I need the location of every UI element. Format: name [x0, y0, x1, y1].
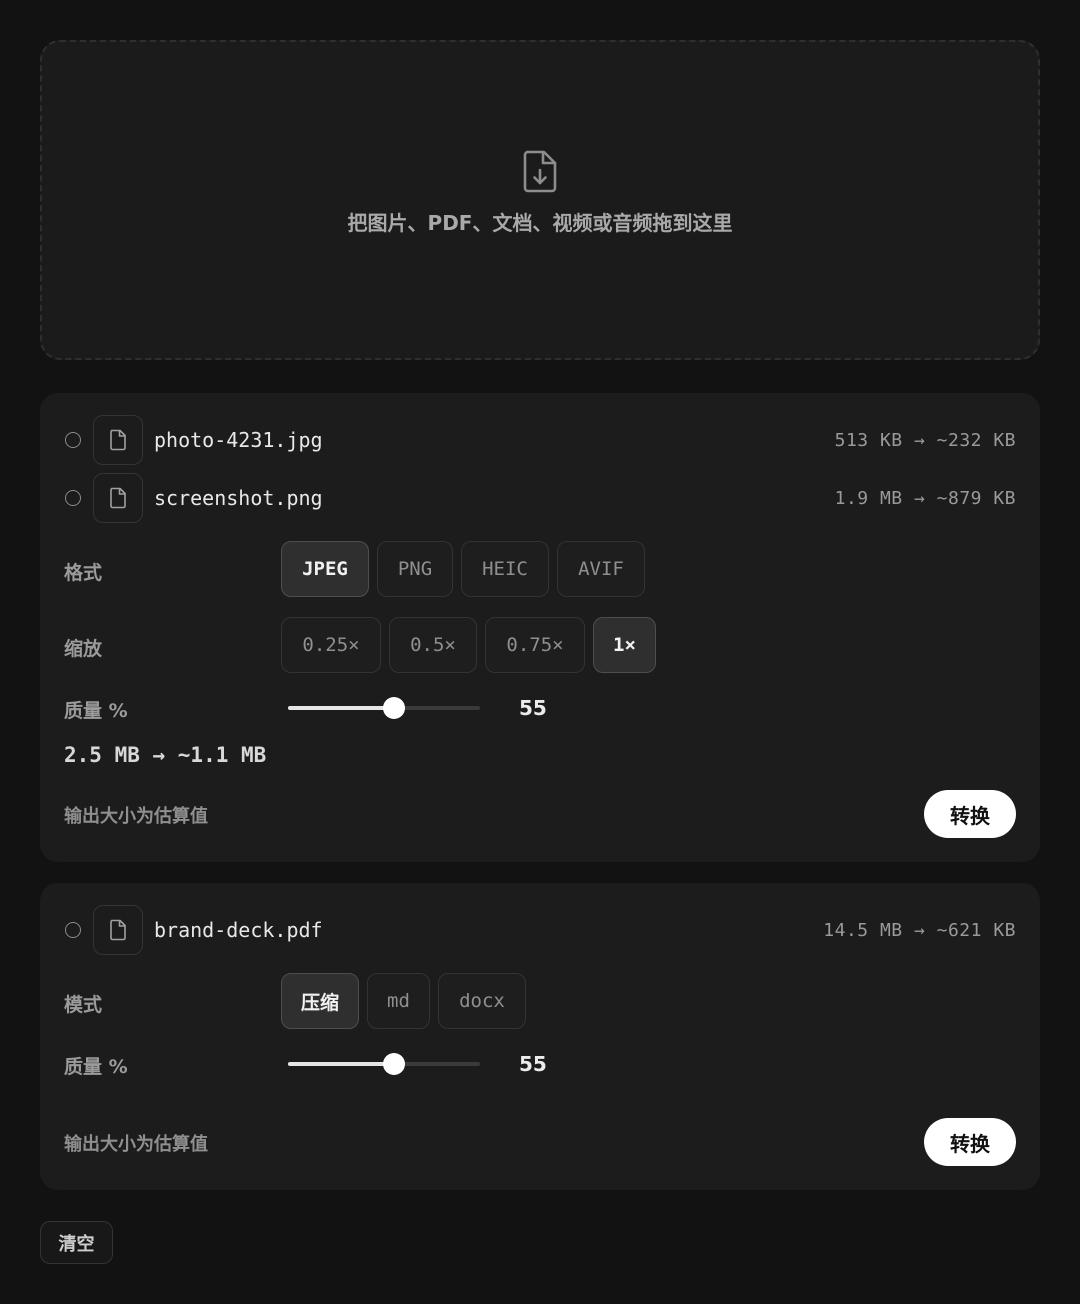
convert-button[interactable]: 转换: [924, 1118, 1016, 1166]
pdf-conversion-card: brand-deck.pdf 14.5 MB → ~621 KB 模式 压缩 m…: [40, 883, 1040, 1190]
format-label: 格式: [64, 562, 103, 584]
quality-slider[interactable]: [288, 696, 480, 720]
file-name: screenshot.png: [154, 486, 323, 510]
file-size-estimate: 1.9 MB → ~879 KB: [834, 487, 1016, 509]
file-icon: [93, 473, 143, 523]
file-select-radio[interactable]: [65, 922, 81, 938]
file-name: photo-4231.jpg: [154, 428, 323, 452]
file-row: photo-4231.jpg 513 KB → ~232 KB: [64, 415, 1016, 465]
format-option-heic[interactable]: HEIC: [461, 541, 549, 597]
file-size-estimate: 513 KB → ~232 KB: [834, 429, 1016, 451]
quality-slider[interactable]: [288, 1052, 480, 1076]
scale-option-0.25x[interactable]: 0.25×: [281, 617, 381, 673]
clear-button[interactable]: 清空: [40, 1221, 113, 1264]
drop-zone[interactable]: 把图片、PDF、文档、视频或音频拖到这里: [40, 40, 1040, 360]
convert-button[interactable]: 转换: [924, 790, 1016, 838]
scale-option-1x[interactable]: 1×: [593, 617, 656, 673]
file-select-radio[interactable]: [65, 432, 81, 448]
mode-option-docx[interactable]: docx: [438, 973, 526, 1029]
scale-label: 缩放: [64, 638, 103, 660]
format-option-jpeg[interactable]: JPEG: [281, 541, 369, 597]
total-size-estimate: 2.5 MB → ~1.1 MB: [64, 743, 267, 767]
scale-option-0.75x[interactable]: 0.75×: [485, 617, 585, 673]
quality-value: 55: [519, 696, 547, 720]
mode-option-compress[interactable]: 压缩: [281, 973, 359, 1029]
file-icon: [93, 415, 143, 465]
slider-fill: [288, 1062, 394, 1066]
file-name: brand-deck.pdf: [154, 918, 323, 942]
estimate-note: 输出大小为估算值: [64, 1134, 208, 1155]
drop-zone-text: 把图片、PDF、文档、视频或音频拖到这里: [347, 210, 733, 235]
estimate-note: 输出大小为估算值: [64, 806, 208, 827]
converter-page: 把图片、PDF、文档、视频或音频拖到这里 photo-4231.jpg 513 …: [0, 0, 1080, 1304]
file-icon: [93, 905, 143, 955]
quality-value: 55: [519, 1052, 547, 1076]
slider-thumb[interactable]: [382, 1053, 405, 1075]
slider-fill: [288, 706, 394, 710]
quality-label: 质量 %: [64, 1056, 128, 1078]
file-select-radio[interactable]: [65, 490, 81, 506]
image-conversion-card: photo-4231.jpg 513 KB → ~232 KB screensh…: [40, 393, 1040, 862]
mode-option-md[interactable]: md: [367, 973, 430, 1029]
mode-label: 模式: [64, 994, 103, 1016]
scale-option-0.5x[interactable]: 0.5×: [389, 617, 477, 673]
quality-label: 质量 %: [64, 700, 128, 722]
format-option-png[interactable]: PNG: [377, 541, 453, 597]
file-size-estimate: 14.5 MB → ~621 KB: [823, 919, 1016, 941]
file-row: brand-deck.pdf 14.5 MB → ~621 KB: [64, 905, 1016, 955]
slider-thumb[interactable]: [382, 697, 405, 719]
file-download-icon: [523, 150, 557, 192]
format-option-avif[interactable]: AVIF: [557, 541, 645, 597]
file-row: screenshot.png 1.9 MB → ~879 KB: [64, 473, 1016, 523]
